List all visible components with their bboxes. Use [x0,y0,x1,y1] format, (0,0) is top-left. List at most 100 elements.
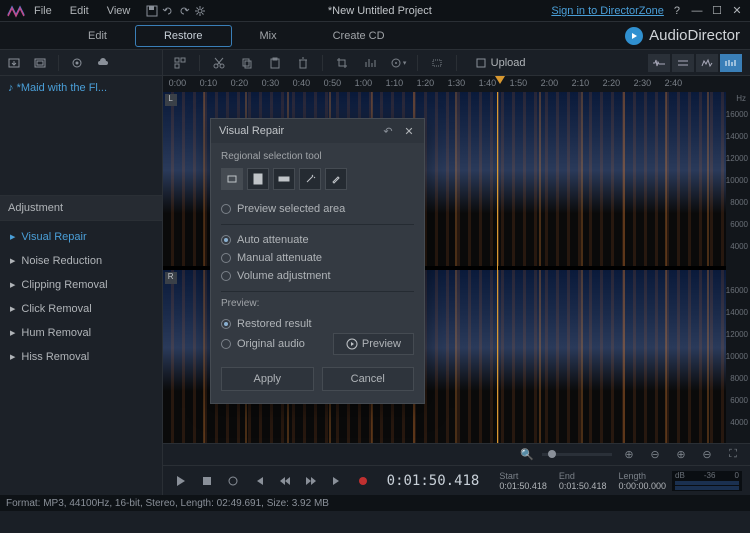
help-icon[interactable]: ? [674,5,680,17]
tab-create-cd[interactable]: Create CD [305,26,413,46]
freq-tick: 10000 [726,352,748,361]
tab-restore[interactable]: Restore [135,25,232,47]
view-waveform-icon[interactable] [648,54,670,72]
zoom-in-h-icon[interactable]: ⊕ [620,446,638,464]
rewind-button[interactable] [275,471,295,491]
magic-wand-tool[interactable] [299,168,321,190]
menu-file[interactable]: File [34,5,52,17]
library-icon[interactable] [171,54,189,72]
adj-click-removal[interactable]: ▶Click Removal [0,297,162,321]
redo-icon[interactable] [176,3,192,19]
stop-button[interactable] [197,471,217,491]
select-time-icon[interactable] [428,54,446,72]
undo-icon[interactable] [160,3,176,19]
freq-tick: 4000 [730,242,748,251]
settings-icon[interactable] [192,3,208,19]
view-freq-icon[interactable] [696,54,718,72]
loop-button[interactable] [223,471,243,491]
tab-edit[interactable]: Edit [60,26,135,46]
freq-tick: 10000 [726,176,748,185]
ruler-tick: 0:50 [324,78,342,88]
select-time-tool[interactable] [247,168,269,190]
delete-icon[interactable] [294,54,312,72]
paste-icon[interactable] [266,54,284,72]
zoom-in-v-icon[interactable]: ⊕ [672,446,690,464]
restored-result-radio[interactable]: Restored result [221,315,414,333]
import-media-icon[interactable] [6,55,22,71]
playhead-line [497,92,498,443]
brush-tool[interactable] [325,168,347,190]
upload-button[interactable]: Upload [467,55,534,71]
window-title: *New Untitled Project [208,5,551,17]
crop-icon[interactable] [333,54,351,72]
adj-visual-repair[interactable]: ▶Visual Repair [0,225,162,249]
dialog-close-button[interactable]: ✕ [402,125,416,138]
import-folder-icon[interactable] [32,55,48,71]
dialog-undo-icon[interactable]: ↶ [380,123,396,139]
tab-mix[interactable]: Mix [232,26,305,46]
view-both-icon[interactable] [672,54,694,72]
ruler-tick: 0:10 [200,78,218,88]
freq-tick: 14000 [726,308,748,317]
volume-adjust-radio[interactable]: Volume adjustment [221,267,414,285]
original-audio-radio[interactable]: Original audio [221,335,305,353]
adj-hum-removal[interactable]: ▶Hum Removal [0,321,162,345]
copy-icon[interactable] [238,54,256,72]
zoom-out-h-icon[interactable]: ⊖ [646,446,664,464]
adjustment-list: ▶Visual Repair ▶Noise Reduction ▶Clippin… [0,221,162,495]
cloud-icon[interactable] [95,55,111,71]
ruler-tick: 1:10 [386,78,404,88]
minimize-button[interactable]: — [690,4,704,18]
close-button[interactable]: ✕ [730,4,744,18]
save-icon[interactable] [144,3,160,19]
titlebar: File Edit View *New Untitled Project Sig… [0,0,750,22]
cut-icon[interactable] [210,54,228,72]
record-button[interactable] [353,471,373,491]
mode-tabbar: Edit Restore Mix Create CD AudioDirector [0,22,750,50]
select-rect-tool[interactable] [221,168,243,190]
brand-icon [625,27,643,45]
zoom-slider[interactable] [542,453,612,456]
channels-icon[interactable]: ▾ [389,54,407,72]
zoom-out-v-icon[interactable]: ⊖ [698,446,716,464]
brand: AudioDirector [625,27,740,45]
select-freq-tool[interactable] [273,168,295,190]
manual-attenuate-radio[interactable]: Manual attenuate [221,249,414,267]
maximize-button[interactable]: ☐ [710,4,724,18]
preview-area-radio[interactable]: Preview selected area [221,200,414,218]
cancel-button[interactable]: Cancel [322,367,415,391]
adj-noise-reduction[interactable]: ▶Noise Reduction [0,249,162,273]
ruler-tick: 1:50 [510,78,528,88]
adj-hiss-removal[interactable]: ▶Hiss Removal [0,345,162,369]
record-icon[interactable] [69,55,85,71]
preview-label: Preview: [221,298,414,309]
play-button[interactable] [171,471,191,491]
adj-clipping-removal[interactable]: ▶Clipping Removal [0,273,162,297]
file-item[interactable]: ♪ *Maid with the Fl... [4,80,158,96]
view-spectro-icon[interactable] [720,54,742,72]
ruler-tick: 2:40 [665,78,683,88]
normalize-icon[interactable] [361,54,379,72]
left-panel: ♪ *Maid with the Fl... Adjustment ▶Visua… [0,50,163,495]
dialog-title: Visual Repair [219,125,380,137]
ruler-tick: 0:40 [293,78,311,88]
time-ruler[interactable]: 0:000:100:200:300:400:501:001:101:201:30… [163,76,750,92]
forward-button[interactable] [301,471,321,491]
signin-link[interactable]: Sign in to DirectorZone [551,5,664,17]
visual-repair-dialog: Visual Repair ↶ ✕ Regional selection too… [210,118,425,404]
next-button[interactable] [327,471,347,491]
ruler-tick: 0:00 [169,78,187,88]
freq-tick: 16000 [726,286,748,295]
zoom-out-icon[interactable]: 🔍 [520,448,534,461]
apply-button[interactable]: Apply [221,367,314,391]
zoom-fit-icon[interactable]: ⛶ [724,446,742,464]
menu-edit[interactable]: Edit [70,5,89,17]
preview-button[interactable]: Preview [333,333,414,355]
zoom-bar: 🔍 ⊕ ⊖ ⊕ ⊖ ⛶ [163,443,750,465]
freq-tick: 14000 [726,132,748,141]
ruler-tick: 2:30 [634,78,652,88]
menu-view[interactable]: View [107,5,131,17]
prev-button[interactable] [249,471,269,491]
auto-attenuate-radio[interactable]: Auto attenuate [221,231,414,249]
file-list: ♪ *Maid with the Fl... [0,76,162,196]
